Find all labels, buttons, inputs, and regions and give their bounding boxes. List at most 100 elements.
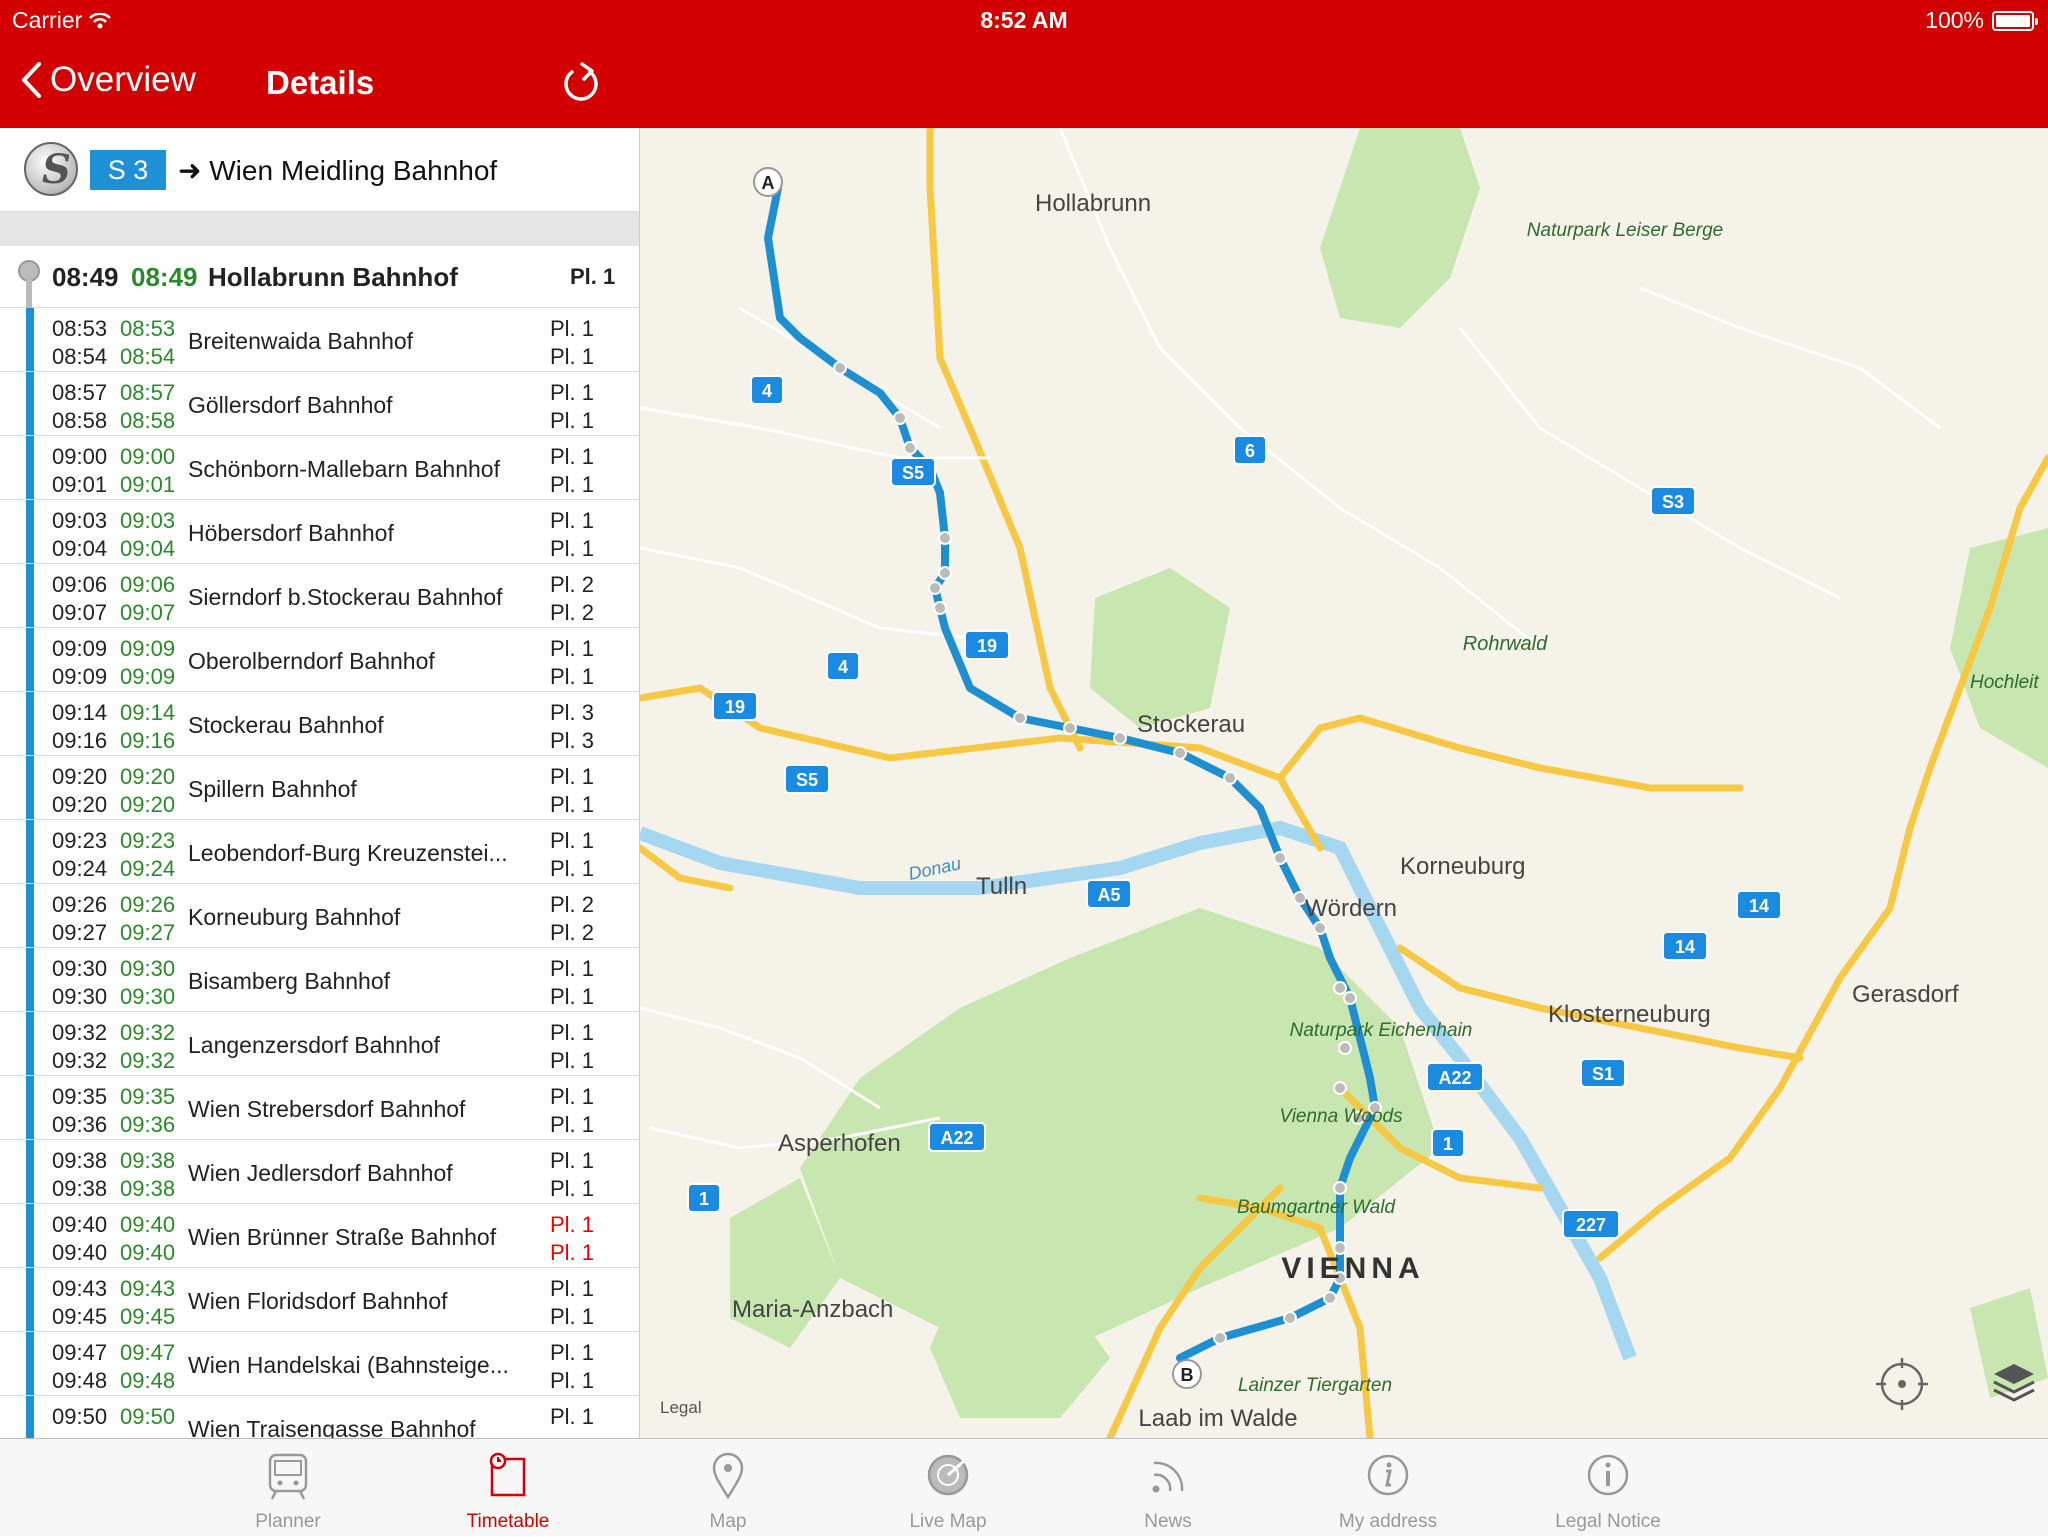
marker-a-icon[interactable]: A <box>753 167 783 197</box>
locate-button[interactable] <box>1876 1358 1928 1410</box>
forest-hochleit <box>1950 528 2048 768</box>
station-name: Wien Floridsdorf Bahnhof <box>188 1288 448 1314</box>
map-stop-dot[interactable] <box>1333 1181 1347 1195</box>
stop-row[interactable]: 09:35 09:35 09:36 09:36 Wien Strebersdorf Ba… <box>0 1076 639 1140</box>
arrival-platform: Pl. 1 <box>550 1404 595 1429</box>
departure-realtime: 09:16 <box>120 728 176 753</box>
map-stop-dot[interactable] <box>1343 991 1357 1005</box>
arrival-time: 09:35 <box>52 1084 108 1109</box>
map-stop-dot[interactable] <box>893 411 907 425</box>
departure-time: 09:20 <box>52 792 108 817</box>
arrival-platform: Pl. 1 <box>550 764 595 789</box>
road-shield: 227 <box>1562 1209 1620 1239</box>
road-shield: A5 <box>1086 879 1132 909</box>
map-stop-dot[interactable] <box>1173 746 1187 760</box>
map-place-label: Laab im Walde <box>1138 1405 1297 1432</box>
map-stop-dot[interactable] <box>933 601 947 615</box>
tab-planner[interactable]: Planner <box>213 1439 363 1537</box>
map-stop-dot[interactable] <box>1333 1081 1347 1095</box>
stop-row[interactable]: 09:06 09:06 09:07 09:07 Sierndorf b.Stockera… <box>0 564 639 628</box>
arrival-realtime: 09:20 <box>120 764 176 789</box>
arrival-realtime: 09:35 <box>120 1084 176 1109</box>
map-stop-dot[interactable] <box>1273 851 1287 865</box>
map-stop-dot[interactable] <box>833 361 847 375</box>
tab-label: Legal Notice <box>1555 1511 1661 1532</box>
map-stop-dot[interactable] <box>1313 921 1327 935</box>
stop-row[interactable]: 09:50 09:50 Wien Traisengasse Bahnhof Pl. 1 <box>0 1396 639 1438</box>
departure-realtime: 09:32 <box>120 1048 176 1073</box>
map-stop-dot[interactable] <box>1338 1041 1352 1055</box>
map-stop-dot[interactable] <box>1223 771 1237 785</box>
stop-row[interactable]: 09:23 09:23 09:24 09:24 Leobendorf-Burg Kreu… <box>0 820 639 884</box>
marker-b-icon[interactable]: B <box>1172 1359 1202 1389</box>
map-place-label: Klosterneuburg <box>1548 1001 1711 1028</box>
timetable-panel[interactable]: S S 3 ➜ Wien Meidling Bahnhof 08:49 08:4… <box>0 128 640 1438</box>
tab-timetable[interactable]: Timetable <box>433 1439 583 1537</box>
stop-row[interactable]: 08:57 08:57 08:58 08:58 Göllersdorf Bahnhof P… <box>0 372 639 436</box>
tab-my-address[interactable]: My address <box>1313 1439 1463 1537</box>
map-stop-dot[interactable] <box>1013 711 1027 725</box>
road-shield-label: A22 <box>1438 1068 1471 1088</box>
arrival-realtime: 09:43 <box>120 1276 176 1301</box>
stop-row[interactable]: 08:53 08:53 08:54 08:54 Breitenwaida Bahnhof… <box>0 308 639 372</box>
map-stop-dot[interactable] <box>1063 721 1077 735</box>
station-name: Oberolberndorf Bahnhof <box>188 648 435 674</box>
arrival-time: 09:26 <box>52 892 108 917</box>
stop-row[interactable]: 09:20 09:20 09:20 09:20 Spillern Bahnhof Pl. … <box>0 756 639 820</box>
tab-legal-notice[interactable]: Legal Notice <box>1533 1439 1683 1537</box>
stop-row[interactable]: 09:40 09:40 09:40 09:40 Wien Brünner Straße … <box>0 1204 639 1268</box>
station-name: Korneuburg Bahnhof <box>188 904 401 930</box>
map-legal-link[interactable]: Legal <box>660 1398 702 1417</box>
map-canvas[interactable]: A B 4 4 6 19 19 S5 S5 S3 A5 14 14 S1 A22 A22 1 1 227 Hol… <box>640 128 2048 1438</box>
tab-live-map[interactable]: Live Map <box>873 1439 1023 1537</box>
map-stop-dot[interactable] <box>1333 981 1347 995</box>
map-stop-dot[interactable] <box>938 531 952 545</box>
departure-platform: Pl. 1 <box>550 344 595 369</box>
arrival-realtime: 09:32 <box>120 1020 176 1045</box>
train-icon <box>268 1453 308 1500</box>
stop-row[interactable]: 09:00 09:00 09:01 09:01 Schönborn-Mallebarn … <box>0 436 639 500</box>
stop-list[interactable]: 08:53 08:53 08:54 08:54 Breitenwaida Bahnhof… <box>0 308 639 1438</box>
marker-a-label: A <box>762 173 775 193</box>
stop-row[interactable]: 09:32 09:32 09:32 09:32 Langenzersdorf Bahnh… <box>0 1012 639 1076</box>
map-stop-dot[interactable] <box>938 566 952 580</box>
map-stop-dot[interactable] <box>1323 1291 1337 1305</box>
arrival-time: 08:57 <box>52 380 108 405</box>
station-name: Stockerau Bahnhof <box>188 712 384 738</box>
route-line-stub <box>26 280 32 308</box>
map-stop-dot[interactable] <box>1283 1311 1297 1325</box>
map-place-label: Stockerau <box>1137 711 1245 738</box>
map-stop-dot[interactable] <box>928 581 942 595</box>
stop-row[interactable]: 09:38 09:38 09:38 09:38 Wien Jedlersdorf Bah… <box>0 1140 639 1204</box>
stop-row[interactable]: 09:09 09:09 09:09 09:09 Oberolberndorf Bahnh… <box>0 628 639 692</box>
route-map[interactable]: A B 4 4 6 19 19 S5 S5 S3 A5 14 14 S1 A22 A22 1 1 227 Hol… <box>640 128 2048 1438</box>
arrival-time: 09:50 <box>52 1404 108 1429</box>
live-map-icon <box>927 1454 969 1496</box>
stop-row[interactable]: 09:30 09:30 09:30 09:30 Bisamberg Bahnhof Pl.… <box>0 948 639 1012</box>
map-stop-dot[interactable] <box>1113 731 1127 745</box>
stop-row[interactable]: 09:47 09:47 09:48 09:48 Wien Handelskai (Bah… <box>0 1332 639 1396</box>
origin-stop-row[interactable]: 08:49 08:49 Hollabrunn Bahnhof Pl. 1 <box>0 246 639 308</box>
arrival-platform: Pl. 1 <box>550 636 595 661</box>
departure-realtime: 09:38 <box>120 1176 176 1201</box>
map-stop-dot[interactable] <box>903 441 917 455</box>
arrival-time: 09:23 <box>52 828 108 853</box>
arrival-time: 09:00 <box>52 444 108 469</box>
departure-realtime: 09:07 <box>120 600 176 625</box>
road-shield: 14 <box>1736 890 1782 920</box>
tab-news[interactable]: News <box>1093 1439 1243 1537</box>
map-stop-dot[interactable] <box>1213 1331 1227 1345</box>
stop-row[interactable]: 09:14 09:14 09:16 09:16 Stockerau Bahnhof Pl.… <box>0 692 639 756</box>
station-name: Sierndorf b.Stockerau Bahnhof <box>188 584 503 610</box>
clock: 8:52 AM <box>980 7 1068 33</box>
back-button[interactable]: Overview <box>20 60 196 100</box>
origin-platform: Pl. 1 <box>570 264 616 289</box>
stop-row[interactable]: 09:43 09:43 09:45 09:45 Wien Floridsdorf Bah… <box>0 1268 639 1332</box>
departure-time: 09:40 <box>52 1240 108 1265</box>
map-place-label: Baumgartner Wald <box>1237 1197 1396 1218</box>
stop-row[interactable]: 09:03 09:03 09:04 09:04 Höbersdorf Bahnhof Pl… <box>0 500 639 564</box>
refresh-button[interactable] <box>560 60 602 111</box>
arrival-platform: Pl. 1 <box>550 444 595 469</box>
tab-map[interactable]: Map <box>653 1439 803 1537</box>
stop-row[interactable]: 09:26 09:26 09:27 09:27 Korneuburg Bahnhof Pl… <box>0 884 639 948</box>
